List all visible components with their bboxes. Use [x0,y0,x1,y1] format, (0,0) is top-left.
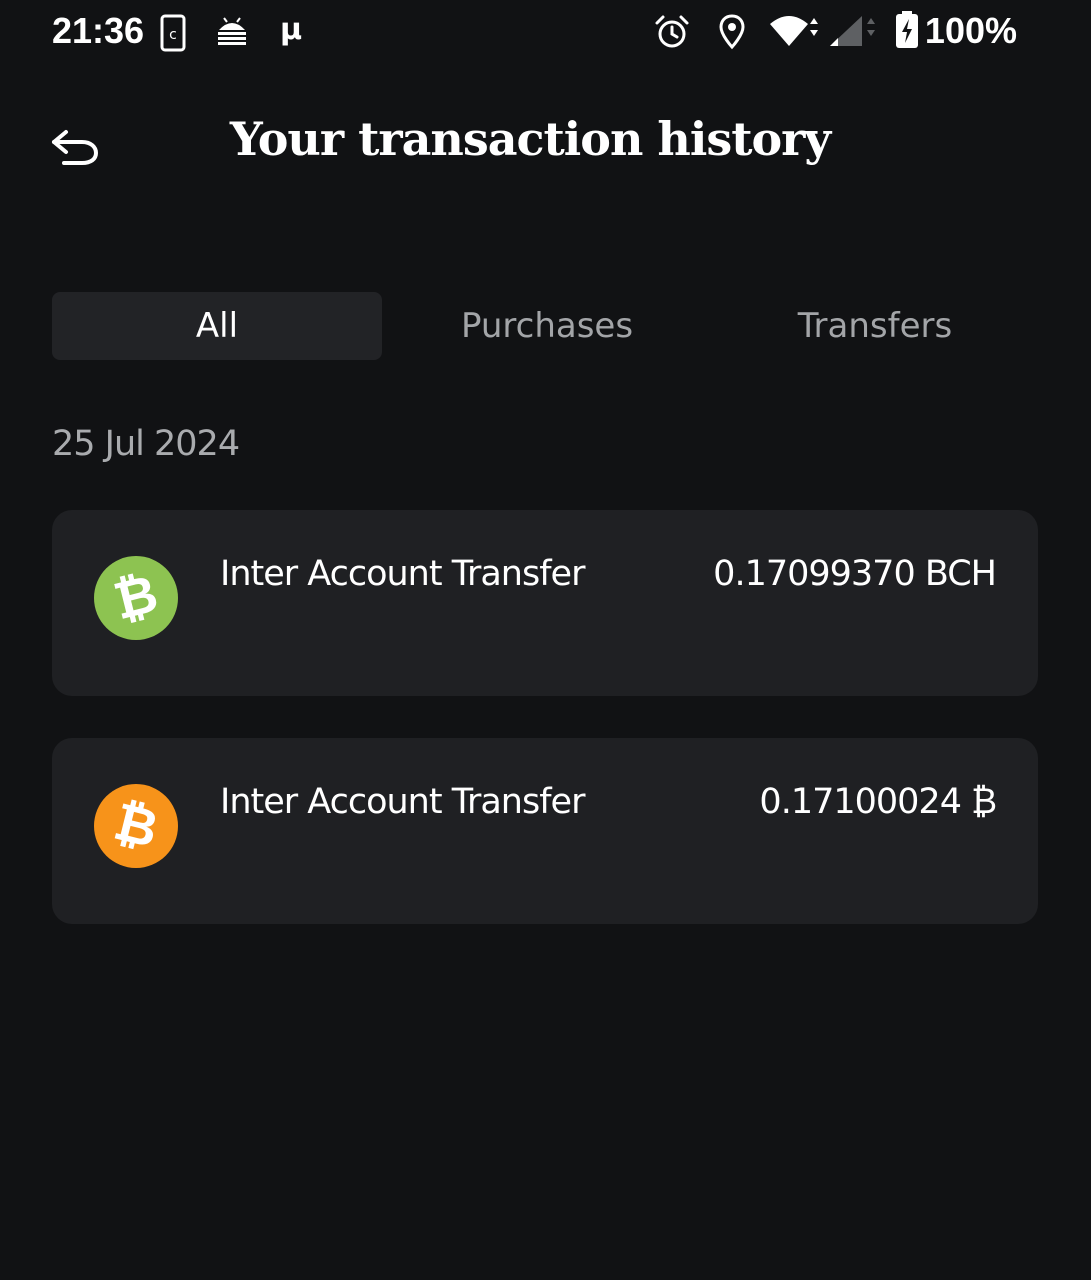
tab-all[interactable]: All [52,292,382,360]
tab-transfers[interactable]: Transfers [710,292,1040,360]
tab-purchases[interactable]: Purchases [382,292,712,360]
alarm-icon [655,15,689,48]
micro-icon: μ [280,12,303,47]
bitcoin-cash-icon: ₿ [94,556,178,640]
transaction-amount: 0.17099370 BCH [713,554,997,594]
bitcoin-icon: ₿ [94,784,178,868]
status-bar: 21:36 c μ 100% [0,0,1091,64]
date-header: 25 Jul 2024 [52,424,240,464]
filter-tabs: All Purchases Transfers [52,292,1038,360]
page-title: Your transaction history [229,112,831,166]
transaction-item[interactable]: ₿ Inter Account Transfer 0.17100024 ₿ [52,738,1038,924]
android-debug-icon [218,17,246,45]
transaction-label: Inter Account Transfer [220,782,585,822]
battery-percent: 100% [924,10,1017,51]
battery-charging-icon [896,11,918,48]
cellular-signal-icon [830,16,875,46]
wifi-icon [770,16,818,46]
location-icon [719,14,745,50]
transaction-item[interactable]: ₿ Inter Account Transfer 0.17099370 BCH [52,510,1038,696]
svg-text:c: c [169,27,177,43]
status-time: 21:36 [52,10,145,51]
transaction-amount: 0.17100024 ₿ [759,782,997,822]
screenshot-icon: c [160,14,186,52]
transaction-label: Inter Account Transfer [220,554,585,594]
